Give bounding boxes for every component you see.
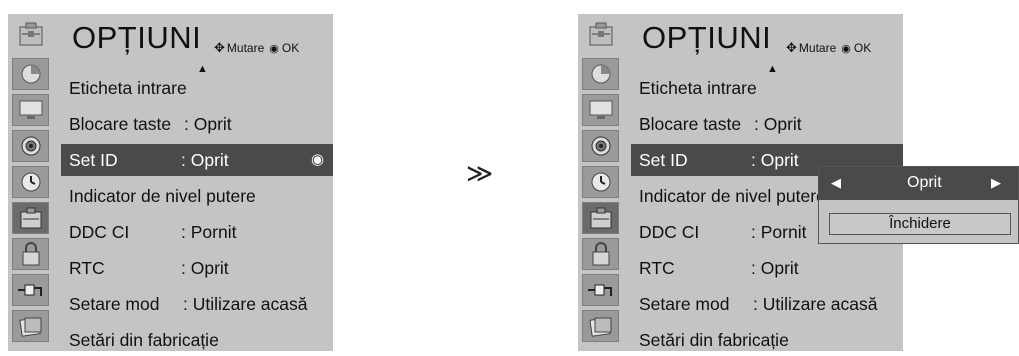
menu-item-setari-fabricatie[interactable]: Setări din fabricație: [631, 324, 903, 356]
menu-item-label: Eticheta intrare: [69, 78, 187, 98]
menu-item-label: Setări din fabricație: [69, 330, 219, 350]
menu-title: OPȚIUNI: [72, 20, 202, 55]
menu-item-setari-fabricatie[interactable]: Setări din fabricație: [61, 324, 333, 356]
menu-item-value: : Oprit: [181, 150, 229, 170]
options-icon[interactable]: [12, 202, 49, 234]
menu-item-label: Set ID: [69, 150, 118, 170]
menu-item-setare-mod[interactable]: Setare mod : Utilizare acasă: [631, 288, 903, 320]
lock-icon[interactable]: [12, 238, 49, 270]
navigation-hint: ✥ Mutare ◉ OK: [786, 40, 871, 56]
menu-item-label: DDC CI: [69, 222, 130, 242]
select-radio-icon: ◉: [311, 151, 325, 168]
menu-item-label: Blocare taste: [639, 114, 742, 134]
move-hint-label: Mutare: [798, 41, 837, 55]
menu-item-indicator-nivel-putere[interactable]: Indicator de nivel putere: [61, 180, 333, 212]
left-arrow-icon[interactable]: ◀: [831, 175, 841, 191]
close-button[interactable]: Închidere: [829, 213, 1011, 235]
menu-item-label: RTC: [639, 258, 675, 278]
menu-item-rtc[interactable]: RTC : Oprit: [631, 252, 903, 284]
value-selector[interactable]: ◀ Oprit ▶: [819, 167, 1018, 200]
menu-item-label: RTC: [69, 258, 105, 278]
menu-item-label: Set ID: [639, 150, 688, 170]
menu-item-value: : Pornit: [181, 222, 237, 242]
time-icon[interactable]: [12, 166, 49, 198]
menu-item-label: Eticheta intrare: [639, 78, 757, 98]
menu-item-value: : Pornit: [751, 222, 807, 242]
picture-icon[interactable]: [12, 58, 49, 90]
move-arrows-icon: ✥: [786, 40, 797, 55]
menu-item-rtc[interactable]: RTC : Oprit: [61, 252, 333, 284]
selected-value: Oprit: [907, 174, 942, 191]
picture-icon[interactable]: [582, 58, 619, 90]
input-icon[interactable]: [12, 274, 49, 306]
screen-icon[interactable]: [12, 94, 49, 126]
menu-item-set-id[interactable]: Set ID : Oprit ◉: [61, 144, 333, 176]
move-arrows-icon: ✥: [214, 40, 225, 55]
menu-item-label: Setare mod: [639, 294, 730, 314]
options-icon[interactable]: [582, 202, 619, 234]
menu-item-value: : Oprit: [751, 150, 799, 170]
move-hint-label: Mutare: [226, 41, 265, 55]
ok-hint-label: OK: [853, 41, 872, 55]
menu-item-blocare-taste[interactable]: Blocare taste : Oprit: [631, 108, 903, 140]
ok-dot-icon: ◉: [269, 43, 279, 55]
menu-item-blocare-taste[interactable]: Blocare taste : Oprit: [61, 108, 333, 140]
menu-item-label: Indicator de nivel putere: [639, 186, 826, 206]
options-menu-before: OPȚIUNI ✥ Mutare ◉ OK ▲ Eticheta intrare Bl…: [8, 14, 333, 351]
menu-item-ddc-ci[interactable]: DDC CI : Pornit: [61, 216, 333, 248]
menu-item-label: Blocare taste: [69, 114, 172, 134]
ok-dot-icon: ◉: [841, 43, 851, 55]
menu-item-label: Setare mod: [69, 294, 160, 314]
lock-icon[interactable]: [582, 238, 619, 270]
photo-icon[interactable]: [12, 310, 49, 342]
menu-item-eticheta-intrare[interactable]: Eticheta intrare: [631, 72, 903, 104]
menu-item-value: : Utilizare acasă: [753, 294, 878, 314]
menu-item-value: : Oprit: [751, 258, 799, 278]
right-arrow-icon[interactable]: ▶: [991, 175, 1001, 191]
navigation-hint: ✥ Mutare ◉ OK: [214, 40, 299, 56]
category-icon-column: [578, 14, 625, 351]
options-header-icon: [12, 18, 49, 50]
menu-item-eticheta-intrare[interactable]: Eticheta intrare: [61, 72, 333, 104]
menu-item-label: DDC CI: [639, 222, 700, 242]
menu-item-label: Indicator de nivel putere: [69, 186, 256, 206]
ok-hint-label: OK: [281, 41, 300, 55]
next-step-arrow: ≫: [466, 158, 494, 188]
menu-item-setare-mod[interactable]: Setare mod : Utilizare acasă: [61, 288, 333, 320]
menu-title: OPȚIUNI: [642, 20, 772, 55]
input-icon[interactable]: [582, 274, 619, 306]
options-header-icon: [582, 18, 619, 50]
set-id-popup: ◀ Oprit ▶ Închidere: [818, 166, 1019, 244]
menu-item-value: : Oprit: [754, 114, 802, 134]
photo-icon[interactable]: [582, 310, 619, 342]
category-icon-column: [8, 14, 55, 351]
audio-icon[interactable]: [12, 130, 49, 162]
audio-icon[interactable]: [582, 130, 619, 162]
screen-icon[interactable]: [582, 94, 619, 126]
menu-item-label: Setări din fabricație: [639, 330, 789, 350]
menu-item-value: : Oprit: [184, 114, 232, 134]
menu-item-value: : Oprit: [181, 258, 229, 278]
menu-item-value: : Utilizare acasă: [183, 294, 308, 314]
time-icon[interactable]: [582, 166, 619, 198]
